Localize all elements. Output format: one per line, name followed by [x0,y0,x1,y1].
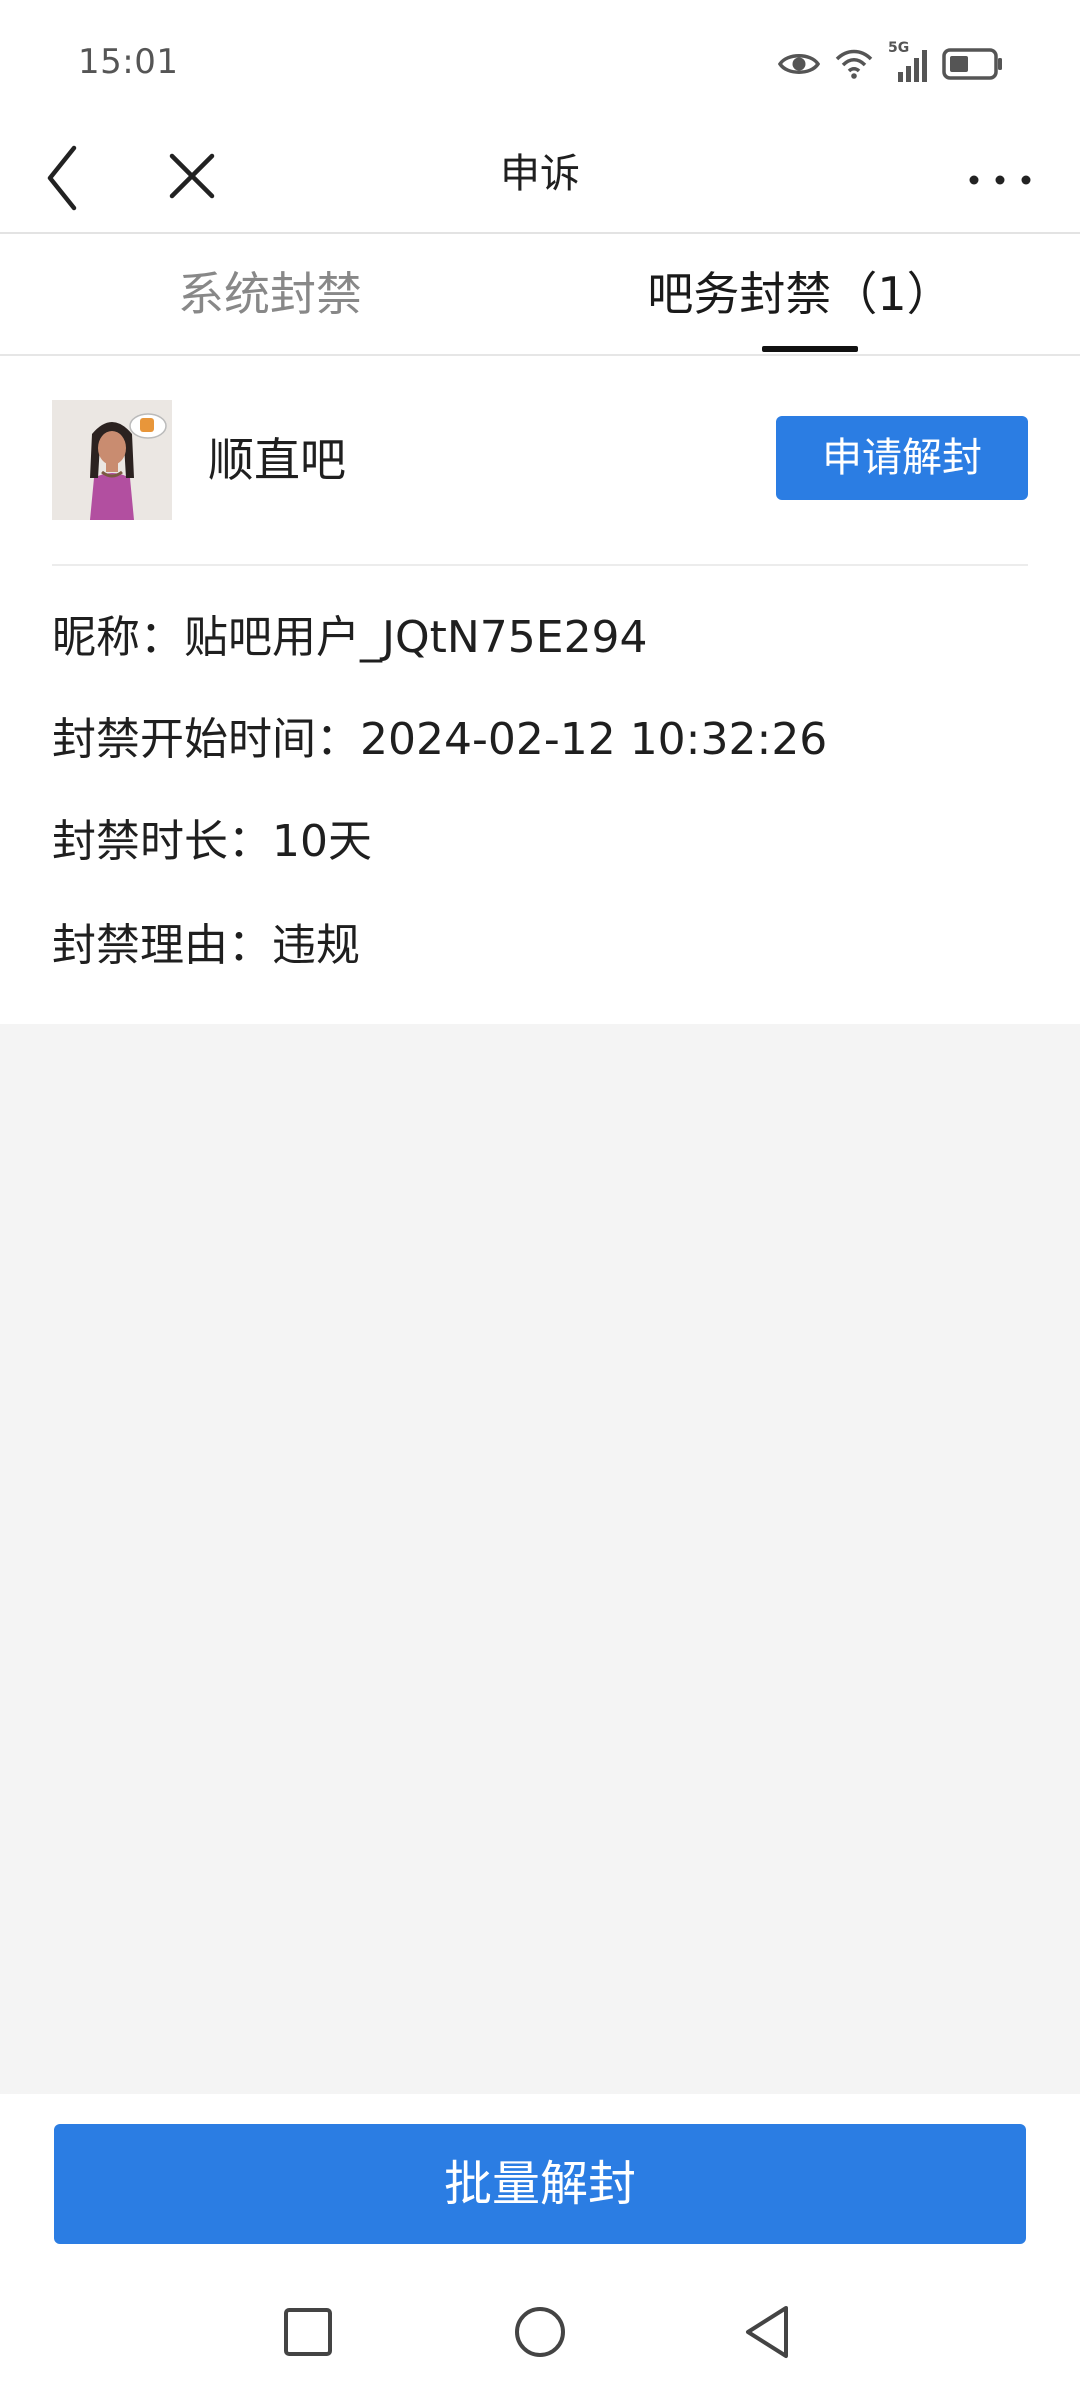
signal-icon: 5G [888,40,928,84]
more-horizontal-icon[interactable] [960,136,1040,216]
battery-icon [942,47,1004,81]
ban-record-card: 顺直吧 申请解封 昵称：贴吧用户_JQtN75E294 封禁开始时间：2024-… [0,356,1080,1024]
ban-start-time-line: 封禁开始时间：2024-02-12 10:32:26 [52,714,828,765]
status-time: 15:01 [78,42,179,82]
nickname-line: 昵称：贴吧用户_JQtN75E294 [52,612,648,663]
eye-icon [778,49,820,79]
ban-reason-line: 封禁理由：违规 [52,920,360,971]
forum-row: 顺直吧 申请解封 [52,400,1028,520]
system-navigation-bar [0,2276,1080,2388]
forum-name[interactable]: 顺直吧 [208,400,346,520]
appeal-screen: 15:01 5G 申诉 系统封禁 吧务封禁（1） 顺直吧 申请解封 昵称：贴吧用… [0,0,1080,2388]
ban-duration-line: 封禁时长：10天 [52,816,372,867]
active-tab-indicator [762,346,858,352]
tab-forum-admin-ban[interactable]: 吧务封禁（1） [540,234,1060,354]
wifi-icon [834,47,874,81]
ban-type-tabs: 系统封禁 吧务封禁（1） [0,234,1080,356]
page-title: 申诉 [500,151,580,197]
tab-system-ban[interactable]: 系统封禁 [0,234,540,354]
status-bar: 15:01 5G [0,0,1080,120]
system-back-icon[interactable] [728,2292,808,2372]
top-navigation-bar: 申诉 [0,120,1080,234]
batch-unban-button[interactable]: 批量解封 [54,2124,1026,2244]
home-icon[interactable] [500,2292,580,2372]
forum-avatar [52,400,172,520]
request-unban-button[interactable]: 申请解封 [776,416,1028,500]
status-icons: 5G [778,40,1004,88]
recent-apps-icon[interactable] [268,2292,348,2372]
divider [52,564,1028,566]
